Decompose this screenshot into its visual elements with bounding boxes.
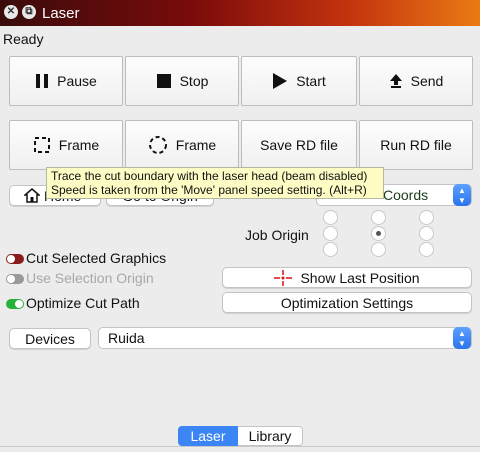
tooltip-line-1: Trace the cut boundary with the laser he…: [51, 169, 368, 183]
job-origin-radio-middle-left[interactable]: [323, 226, 338, 241]
stop-label: Stop: [179, 73, 209, 89]
cut-selected-graphics-label: Cut Selected Graphics: [26, 250, 167, 266]
fullscreen-icon[interactable]: ⧉: [22, 5, 36, 19]
run-rd-file-button[interactable]: Run RD file: [359, 120, 473, 170]
job-origin-radio-center[interactable]: [371, 226, 386, 241]
job-origin-radio-top-right[interactable]: [419, 210, 434, 225]
job-origin-label: Job Origin: [245, 227, 309, 243]
chevron-updown-icon: ▲ ▼: [453, 327, 471, 349]
device-select[interactable]: Ruida ▲ ▼: [98, 327, 472, 349]
pause-button[interactable]: Pause: [9, 56, 123, 106]
frame-circle-icon: [148, 135, 168, 155]
tab-library[interactable]: Library: [238, 426, 303, 446]
crosshair-icon: [274, 269, 293, 286]
window-title: Laser: [42, 5, 80, 22]
devices-button[interactable]: Devices: [9, 328, 91, 349]
job-origin-radio-top-center[interactable]: [371, 210, 386, 225]
window-titlebar: ✕ ⧉ Laser: [0, 0, 480, 26]
save-rd-file-label: Save RD file: [260, 137, 338, 153]
start-label: Start: [296, 73, 326, 89]
job-origin-radio-bottom-left[interactable]: [323, 242, 338, 257]
chevron-updown-icon: ▲ ▼: [453, 184, 471, 206]
use-selection-origin-label: Use Selection Origin: [26, 270, 154, 286]
job-origin-radio-bottom-right[interactable]: [419, 242, 434, 257]
tooltip-line-2: Speed is taken from the 'Move' panel spe…: [51, 183, 367, 197]
optimization-settings-label: Optimization Settings: [280, 294, 414, 311]
tab-laser[interactable]: Laser: [178, 426, 238, 446]
job-origin-radio-bottom-center[interactable]: [371, 242, 386, 257]
save-rd-file-button[interactable]: Save RD file: [241, 120, 357, 170]
optimize-cut-path-label: Optimize Cut Path: [26, 295, 140, 311]
send-button[interactable]: Send: [359, 56, 473, 106]
frame-rect-label: Frame: [58, 137, 100, 153]
cut-selected-graphics-toggle[interactable]: [6, 254, 24, 264]
bottom-divider: [0, 446, 480, 447]
stop-icon: [156, 73, 172, 89]
devices-label: Devices: [25, 330, 75, 347]
pause-label: Pause: [57, 73, 97, 89]
upload-icon: [389, 73, 403, 89]
stop-button[interactable]: Stop: [125, 56, 239, 106]
device-select-value: Ruida: [108, 330, 145, 346]
frame-tooltip: Trace the cut boundary with the laser he…: [46, 167, 384, 199]
job-origin-radio-middle-right[interactable]: [419, 226, 434, 241]
use-selection-origin-toggle[interactable]: [6, 274, 24, 284]
frame-circle-button[interactable]: Frame: [125, 120, 239, 170]
home-icon: [24, 188, 40, 203]
run-rd-file-label: Run RD file: [380, 137, 452, 153]
play-icon: [272, 72, 288, 90]
close-icon[interactable]: ✕: [4, 5, 18, 19]
frame-circle-label: Frame: [175, 137, 217, 153]
optimize-cut-path-toggle[interactable]: [6, 299, 24, 309]
status-text: Ready: [3, 31, 44, 47]
pause-icon: [35, 73, 49, 89]
frame-rect-button[interactable]: Frame: [9, 120, 123, 170]
start-button[interactable]: Start: [241, 56, 357, 106]
job-origin-radio-top-left[interactable]: [323, 210, 338, 225]
send-label: Send: [410, 73, 444, 89]
optimization-settings-button[interactable]: Optimization Settings: [222, 292, 472, 313]
show-last-position-button[interactable]: Show Last Position: [222, 267, 472, 288]
show-last-position-label: Show Last Position: [300, 269, 420, 286]
start-from-value: Coords: [383, 187, 429, 203]
frame-rect-icon: [33, 136, 51, 154]
